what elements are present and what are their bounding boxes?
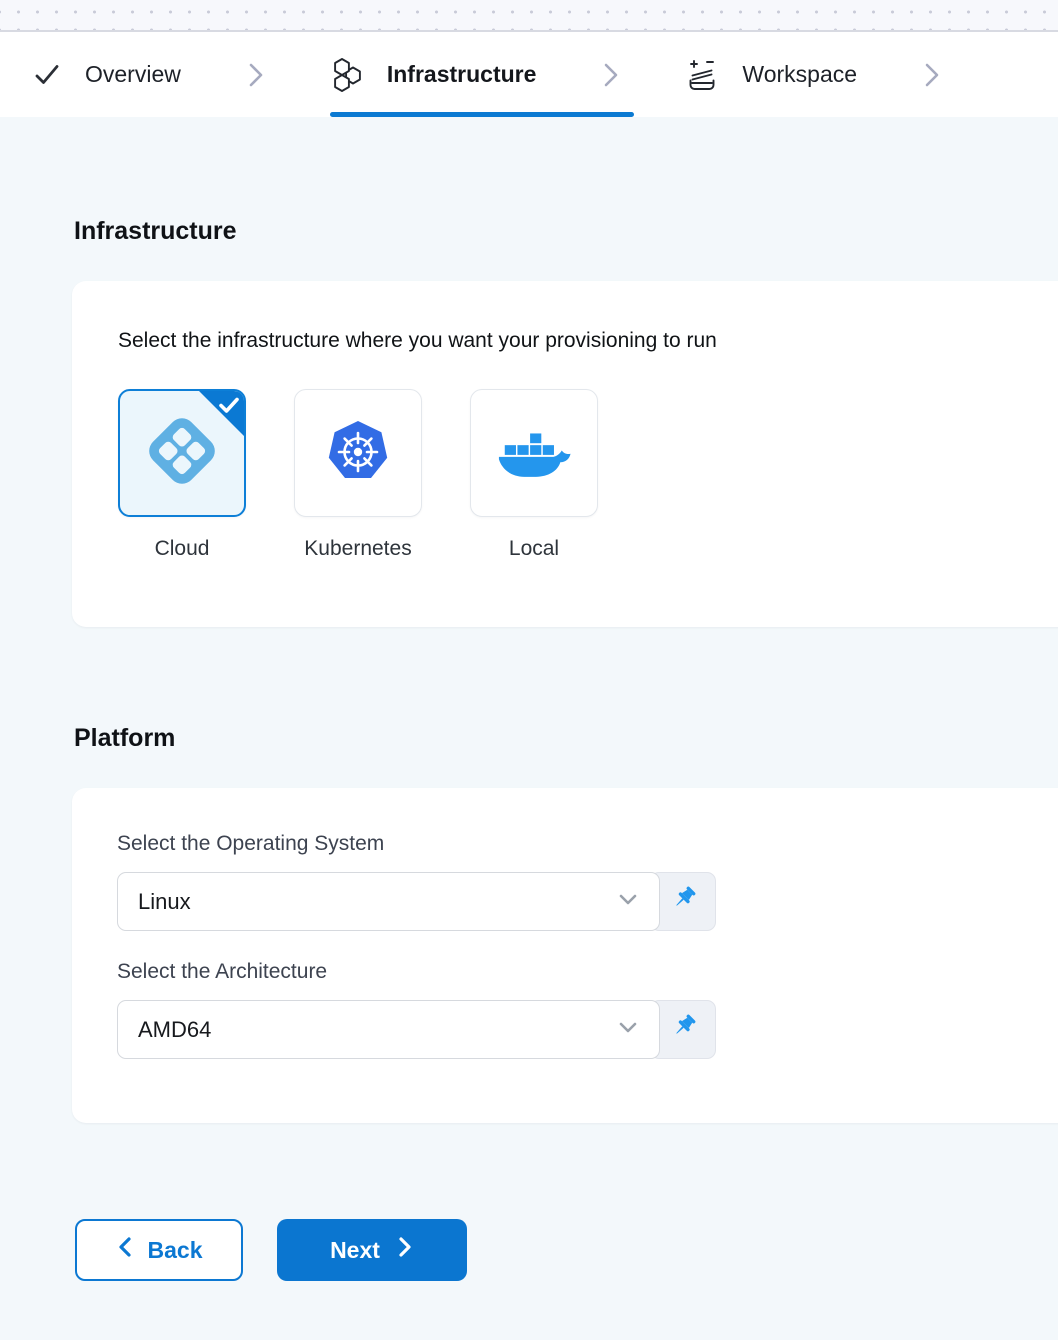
chevron-right-icon <box>396 1235 414 1265</box>
option-local: Local <box>470 389 598 561</box>
chevron-right-icon <box>921 62 943 88</box>
tab-overview-label: Overview <box>85 61 181 88</box>
chevron-down-icon <box>615 1014 641 1045</box>
wizard-actions: Back Next <box>75 1219 1058 1281</box>
os-select[interactable]: Linux <box>117 872 660 931</box>
architecture-field: Select the Architecture AMD64 <box>117 960 1037 1059</box>
back-button-label: Back <box>148 1237 203 1264</box>
layers-stack-icon <box>686 58 718 92</box>
next-button[interactable]: Next <box>277 1219 467 1281</box>
infrastructure-prompt: Select the infrastructure where you want… <box>118 329 1036 353</box>
chevron-down-icon <box>615 886 641 917</box>
option-cloud: Cloud <box>118 389 246 561</box>
os-select-value: Linux <box>138 889 191 915</box>
option-cloud-tile[interactable] <box>118 389 246 517</box>
pushpin-icon <box>668 884 698 919</box>
dotted-top-strip <box>0 0 1058 32</box>
chevron-left-icon <box>116 1235 134 1265</box>
platform-heading: Platform <box>74 724 1058 753</box>
os-field: Select the Operating System Linux <box>117 832 1037 931</box>
main-content: Infrastructure Select the infrastructure… <box>0 217 1058 1281</box>
chevron-right-icon <box>245 62 267 88</box>
architecture-select-value: AMD64 <box>138 1017 211 1043</box>
wizard-stepper: Overview Infrastructure <box>0 32 1058 117</box>
infrastructure-options: Cloud <box>118 389 1036 561</box>
back-button[interactable]: Back <box>75 1219 243 1281</box>
architecture-field-label: Select the Architecture <box>117 960 1037 984</box>
option-kubernetes-label: Kubernetes <box>304 537 411 561</box>
pushpin-icon <box>668 1012 698 1047</box>
option-local-tile[interactable] <box>470 389 598 517</box>
option-cloud-label: Cloud <box>155 537 210 561</box>
infrastructure-card: Select the infrastructure where you want… <box>72 281 1058 627</box>
cloud-provider-icon <box>138 407 226 500</box>
architecture-select[interactable]: AMD64 <box>117 1000 660 1059</box>
check-icon <box>33 61 61 89</box>
tab-workspace-label: Workspace <box>742 61 857 88</box>
tab-infrastructure-label: Infrastructure <box>387 61 537 88</box>
chevron-right-icon <box>600 62 622 88</box>
infrastructure-heading: Infrastructure <box>74 217 1058 246</box>
tab-infrastructure[interactable]: Infrastructure <box>331 57 537 93</box>
kubernetes-icon <box>326 419 390 488</box>
active-tab-underline <box>330 112 634 117</box>
tab-workspace[interactable]: Workspace <box>686 58 857 92</box>
platform-card: Select the Operating System Linux <box>72 788 1058 1123</box>
option-kubernetes-tile[interactable] <box>294 389 422 517</box>
option-local-label: Local <box>509 537 559 561</box>
option-kubernetes: Kubernetes <box>294 389 422 561</box>
tab-overview[interactable]: Overview <box>33 61 181 89</box>
os-field-label: Select the Operating System <box>117 832 1037 856</box>
docker-whale-icon <box>496 420 572 487</box>
hexagons-icon <box>331 57 363 93</box>
next-button-label: Next <box>330 1237 380 1264</box>
